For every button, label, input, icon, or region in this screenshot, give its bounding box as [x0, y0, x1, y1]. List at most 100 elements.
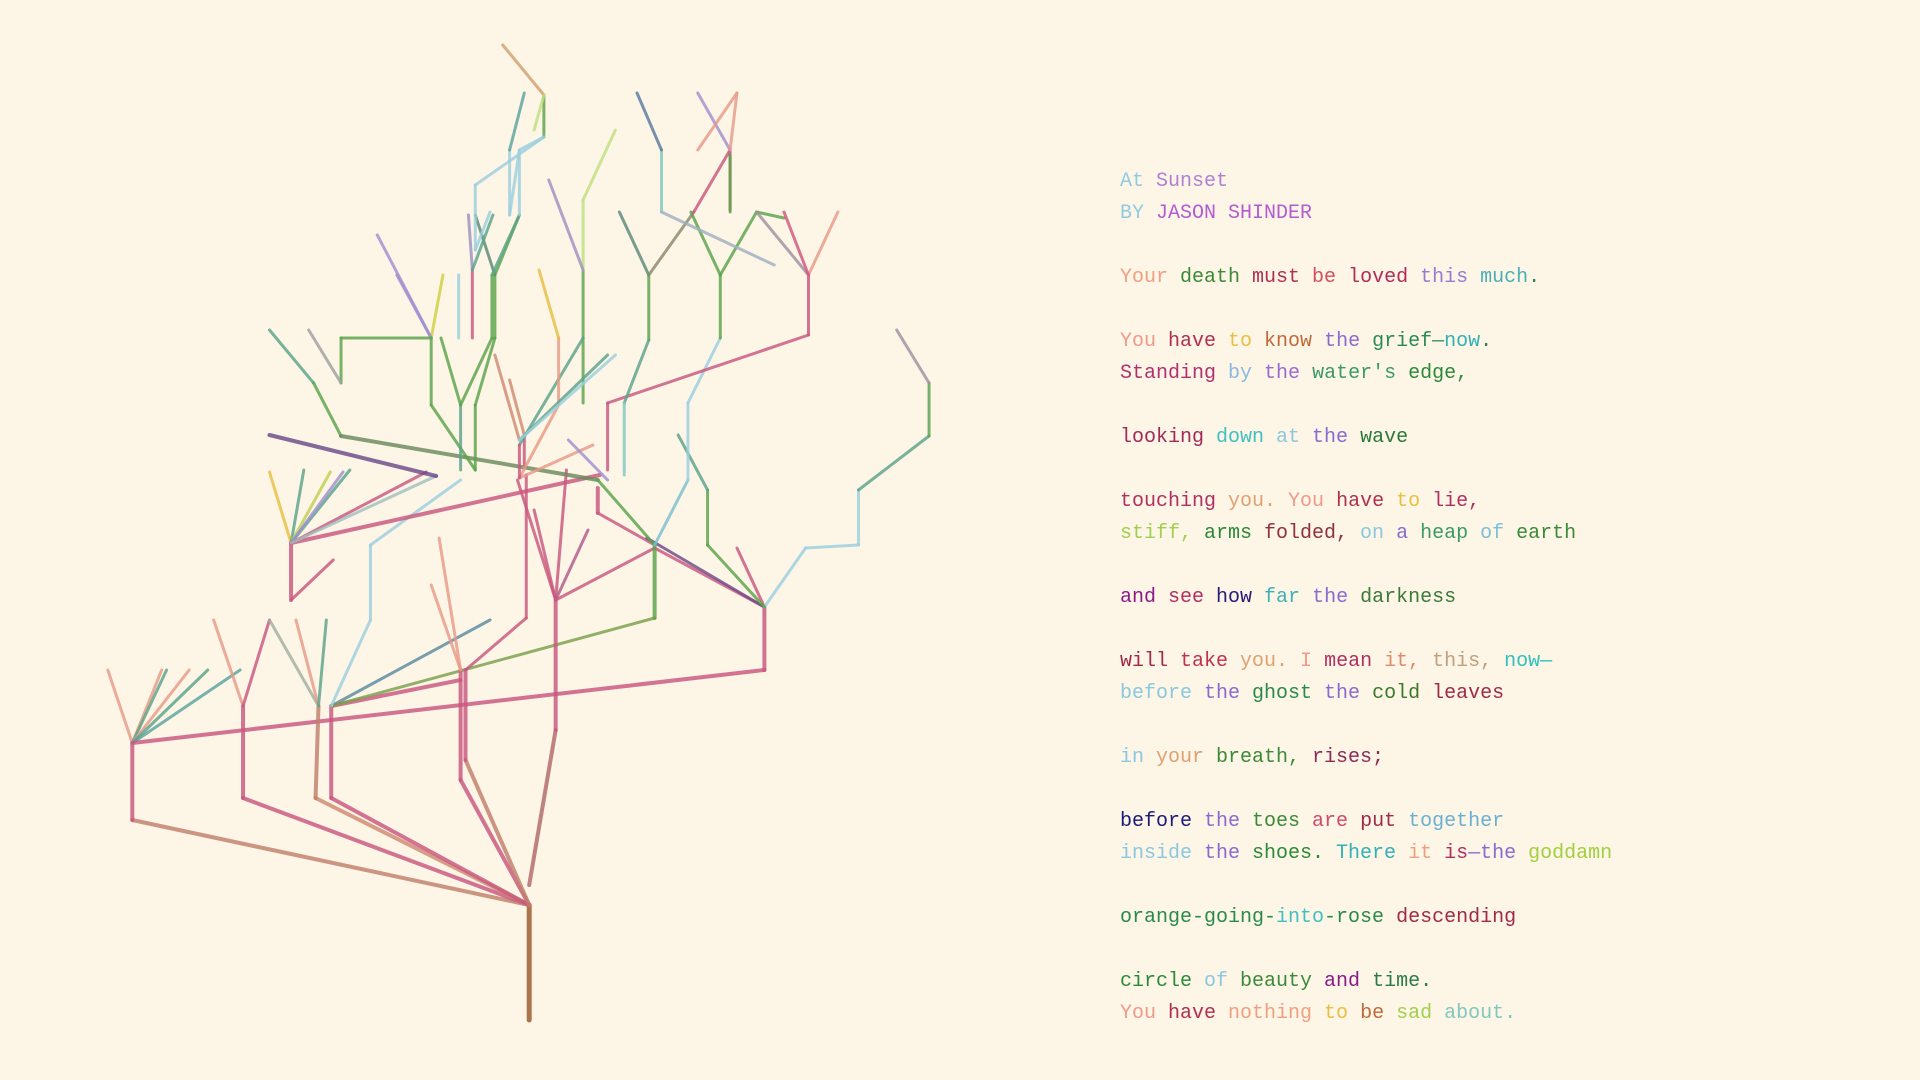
tree-branch	[537, 268, 561, 340]
poem-stanza-break	[1120, 870, 1880, 902]
tree-branch	[689, 210, 722, 277]
poem-line: will take you. I mean it, this, now—	[1120, 646, 1880, 678]
poem-word: You	[1120, 1002, 1169, 1025]
poem-word: the	[1204, 842, 1253, 865]
poem-word: before	[1120, 810, 1205, 833]
poem-word: to	[1324, 1002, 1361, 1025]
poem-word: will	[1120, 650, 1181, 673]
tree-branch	[676, 433, 710, 492]
tree-branch	[762, 546, 808, 609]
poem-word: edge,	[1408, 362, 1469, 385]
poem-stanza-break	[1120, 230, 1880, 262]
poem-stanza-break	[1120, 934, 1880, 966]
tree-branch	[473, 336, 497, 407]
poem-word: far	[1264, 586, 1313, 609]
poem-word: the	[1324, 682, 1373, 705]
poem-word: and	[1324, 970, 1373, 993]
poem-word: sad	[1396, 1002, 1445, 1025]
tree-branch	[635, 91, 663, 152]
poem-word: and	[1120, 586, 1169, 609]
poem-word: goddamn	[1528, 842, 1613, 865]
poem-word: nothing	[1228, 1002, 1325, 1025]
tree-branch	[856, 434, 931, 492]
poem-word: BY	[1120, 202, 1157, 225]
poem-word: see	[1168, 586, 1217, 609]
tree-branch	[581, 128, 617, 202]
poem-word: shoes.	[1252, 842, 1337, 865]
poem-word: You	[1120, 330, 1169, 353]
poem-word: -rose	[1324, 906, 1397, 929]
poem-line: Your death must be loved this much.	[1120, 262, 1880, 294]
tree-branch	[375, 233, 433, 340]
poem-word: be	[1360, 1002, 1397, 1025]
poem-word: .	[1480, 330, 1493, 353]
tree-branch	[106, 668, 134, 745]
poem-word: —the	[1468, 842, 1529, 865]
tree-branch	[547, 178, 585, 272]
poem-word: must	[1252, 266, 1313, 289]
tree-branch	[596, 478, 657, 547]
tree-branch	[368, 478, 463, 547]
poem-line: At Sunset	[1120, 166, 1880, 198]
poem-word: put	[1360, 810, 1409, 833]
poem-word: about.	[1444, 1002, 1517, 1025]
poem-word: in	[1120, 746, 1157, 769]
poem-word: looking	[1120, 426, 1217, 449]
poem-line: before the ghost the cold leaves	[1120, 678, 1880, 710]
tree-branch	[755, 210, 810, 277]
poem-word: descending	[1396, 906, 1517, 929]
tree-branch	[439, 336, 463, 407]
poem-stanza-break	[1120, 774, 1880, 806]
poem-word: are	[1312, 810, 1361, 833]
tree-branch	[532, 508, 558, 602]
poem-stanza-break	[1120, 614, 1880, 646]
poem-word: grief	[1372, 330, 1433, 353]
poem: At Sunset BY JASON SHINDER Your death must…	[1120, 166, 1880, 1030]
poem-line: inside the shoes. There it is—the goddam…	[1120, 838, 1880, 870]
poem-word: this	[1420, 266, 1481, 289]
tree-branch	[329, 616, 657, 708]
poem-word: to	[1228, 330, 1265, 353]
tree-branch	[508, 91, 526, 152]
tree-branch	[804, 543, 860, 550]
tree-branch	[459, 336, 494, 407]
poem-word: how	[1216, 586, 1265, 609]
poem-stanza-break	[1120, 710, 1880, 742]
poem-word: circle	[1120, 970, 1205, 993]
tree-branch	[706, 543, 766, 609]
tree-branch	[517, 353, 617, 442]
tree-branch	[294, 618, 320, 708]
poem-word: cold	[1372, 682, 1433, 705]
poem-word: the	[1312, 586, 1361, 609]
poem-word: by	[1228, 362, 1265, 385]
poem-word: loved	[1348, 266, 1421, 289]
poem-word: stiff,	[1120, 522, 1205, 545]
poem-line: in your breath, rises;	[1120, 742, 1880, 774]
tree-branch	[339, 434, 600, 482]
poem-line: You have nothing to be sad about.	[1120, 998, 1880, 1030]
poem-word: time.	[1372, 970, 1433, 993]
poem-word: the	[1264, 362, 1313, 385]
poem-word: is	[1444, 842, 1469, 865]
poem-stanza-break	[1120, 294, 1880, 326]
tree-branch	[429, 403, 477, 472]
poem-word: darkness	[1360, 586, 1457, 609]
poem-line: circle of beauty and time.	[1120, 966, 1880, 998]
tree-branch	[554, 546, 657, 602]
poem-line: looking down at the wave	[1120, 422, 1880, 454]
poem-stanza-break	[1120, 390, 1880, 422]
tree-branch	[527, 728, 558, 887]
poem-word: JASON SHINDER	[1156, 202, 1313, 225]
tree-branch	[437, 536, 463, 672]
poem-word: breath,	[1216, 746, 1313, 769]
tree-branch	[429, 273, 445, 340]
tree-branch	[466, 213, 474, 272]
poem-word: it,	[1384, 650, 1433, 673]
poem-line: touching you. You have to lie,	[1120, 486, 1880, 518]
poem-word: of	[1480, 522, 1517, 545]
poem-word: Sunset	[1156, 170, 1229, 193]
poem-word: have	[1336, 490, 1397, 513]
tree-branch	[501, 43, 546, 97]
poem-word: wave	[1360, 426, 1409, 449]
tree-branch	[312, 381, 343, 438]
